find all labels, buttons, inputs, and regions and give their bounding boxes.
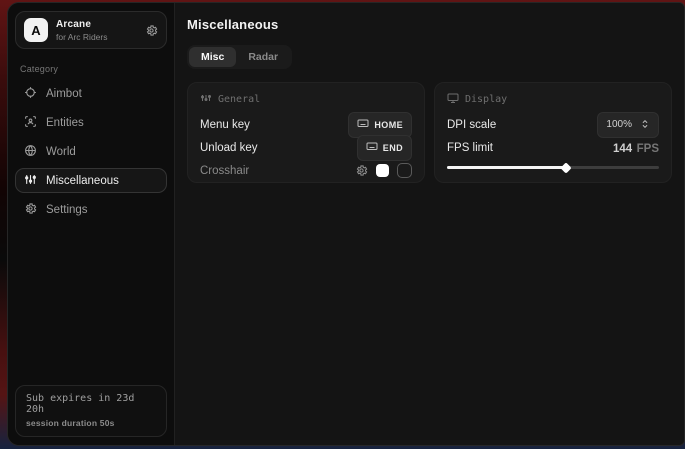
keybind-value: END bbox=[383, 143, 403, 153]
unload-key-bind-button[interactable]: END bbox=[357, 135, 412, 161]
sidebar-item-label: Entities bbox=[46, 117, 84, 129]
globe-icon bbox=[24, 144, 37, 160]
sidebar-item-world[interactable]: World bbox=[15, 139, 167, 164]
gear-icon[interactable] bbox=[355, 164, 368, 177]
fps-limit-row: FPS limit 144 FPS bbox=[447, 136, 659, 159]
keybind-value: HOME bbox=[374, 120, 403, 130]
card-title: General bbox=[218, 94, 260, 105]
display-card-header: Display bbox=[447, 92, 659, 107]
unload-key-row: Unload key END bbox=[200, 136, 412, 159]
crosshair-row: Crosshair bbox=[200, 159, 412, 182]
crosshair-icon bbox=[24, 86, 37, 102]
display-card: Display DPI scale 100% FPS limit 144 FPS bbox=[434, 82, 672, 183]
sidebar-item-settings[interactable]: Settings bbox=[15, 197, 167, 222]
sidebar-item-label: World bbox=[46, 146, 76, 158]
sidebar-item-label: Settings bbox=[46, 204, 88, 216]
slider-fill bbox=[447, 166, 566, 169]
dpi-scale-label: DPI scale bbox=[447, 119, 496, 131]
category-label: Category bbox=[20, 64, 162, 74]
monitor-icon bbox=[447, 92, 459, 107]
keyboard-icon bbox=[357, 116, 369, 134]
sidebar-item-miscellaneous[interactable]: Miscellaneous bbox=[15, 168, 167, 193]
general-card: General Menu key HOME Unload key END bbox=[187, 82, 425, 183]
gear-icon bbox=[24, 202, 37, 218]
entities-scan-icon bbox=[24, 115, 37, 131]
card-title: Display bbox=[465, 94, 507, 105]
sidebar-item-label: Aimbot bbox=[46, 88, 82, 100]
app-subtitle: for Arc Riders bbox=[56, 32, 108, 42]
gear-icon[interactable] bbox=[145, 24, 158, 37]
sliders-icon bbox=[24, 173, 37, 189]
menu-key-bind-button[interactable]: HOME bbox=[348, 112, 412, 138]
tab-misc[interactable]: Misc bbox=[189, 47, 236, 67]
sidebar-item-label: Miscellaneous bbox=[46, 175, 119, 187]
profile-text: Arcane for Arc Riders bbox=[56, 19, 108, 42]
cards-row: General Menu key HOME Unload key END bbox=[187, 82, 672, 183]
crosshair-color-swatch[interactable] bbox=[376, 164, 389, 177]
sidebar: A Arcane for Arc Riders Category Aimbot … bbox=[8, 3, 175, 445]
general-card-header: General bbox=[200, 92, 412, 107]
sub-expiry-text: Sub expires in 23d 20h bbox=[26, 393, 156, 415]
tab-bar: Misc Radar bbox=[187, 45, 292, 69]
crosshair-checkbox[interactable] bbox=[397, 163, 412, 178]
sidebar-item-entities[interactable]: Entities bbox=[15, 110, 167, 135]
session-duration-text: session duration 50s bbox=[26, 418, 156, 428]
dpi-scale-value: 100% bbox=[606, 119, 632, 130]
tab-radar[interactable]: Radar bbox=[236, 47, 290, 67]
app-name: Arcane bbox=[56, 19, 108, 30]
fps-limit-slider[interactable] bbox=[447, 161, 659, 173]
fps-number: 144 bbox=[613, 143, 632, 155]
app-window: A Arcane for Arc Riders Category Aimbot … bbox=[7, 2, 685, 446]
page-title: Miscellaneous bbox=[187, 17, 672, 32]
fps-limit-value: 144 FPS bbox=[613, 139, 659, 157]
crosshair-controls bbox=[355, 163, 412, 178]
dpi-scale-row: DPI scale 100% bbox=[447, 113, 659, 136]
subscription-card: Sub expires in 23d 20h session duration … bbox=[15, 385, 167, 437]
fps-limit-label: FPS limit bbox=[447, 142, 493, 154]
menu-key-row: Menu key HOME bbox=[200, 113, 412, 136]
app-logo: A bbox=[24, 18, 48, 42]
chevron-up-down-icon bbox=[640, 116, 650, 134]
sidebar-item-aimbot[interactable]: Aimbot bbox=[15, 81, 167, 106]
slider-thumb[interactable] bbox=[560, 162, 571, 173]
dpi-scale-select[interactable]: 100% bbox=[597, 112, 659, 138]
crosshair-label: Crosshair bbox=[200, 165, 249, 177]
menu-key-label: Menu key bbox=[200, 119, 250, 131]
sliders-icon bbox=[200, 92, 212, 107]
sidebar-nav: Aimbot Entities World Miscellaneous Sett… bbox=[15, 81, 167, 222]
unload-key-label: Unload key bbox=[200, 142, 258, 154]
main-panel: Miscellaneous Misc Radar General Menu ke… bbox=[175, 3, 684, 445]
profile-card[interactable]: A Arcane for Arc Riders bbox=[15, 11, 167, 49]
keyboard-icon bbox=[366, 139, 378, 157]
fps-unit: FPS bbox=[637, 143, 659, 155]
